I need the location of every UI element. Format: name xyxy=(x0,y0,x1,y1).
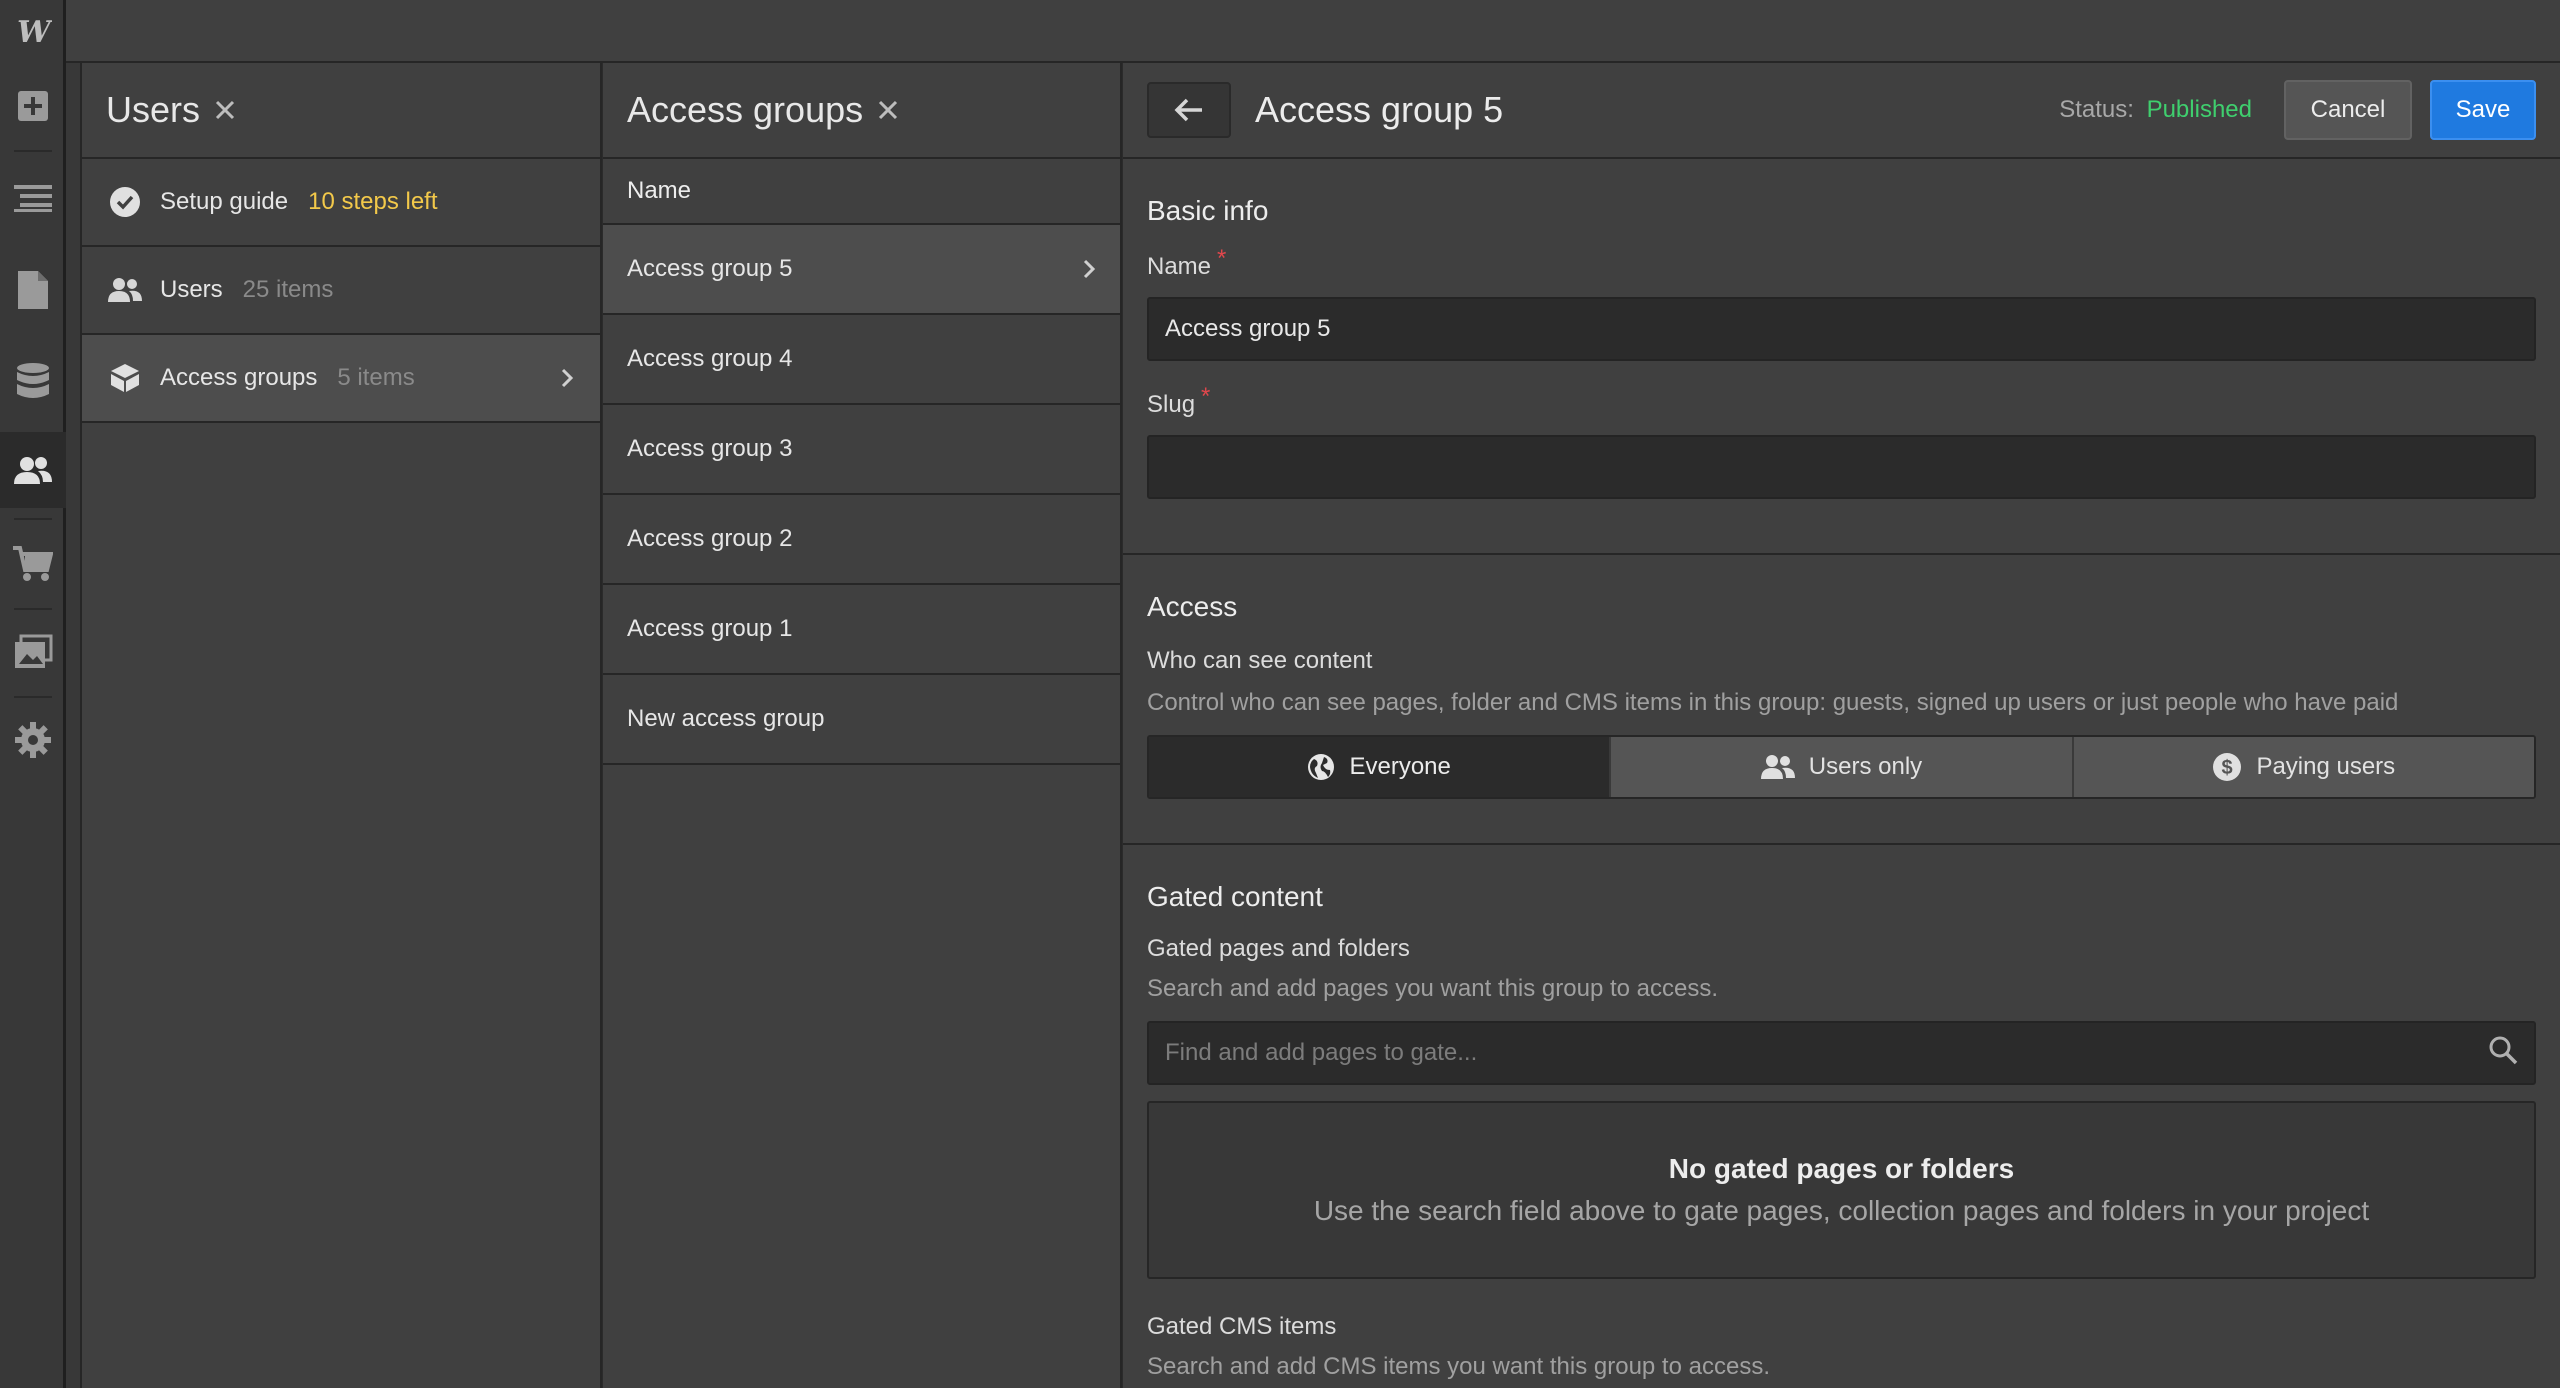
option-label: Everyone xyxy=(1349,753,1451,780)
list-item[interactable]: Access group 4 xyxy=(603,315,1120,405)
list-item-label: New access group xyxy=(627,705,825,732)
close-icon[interactable] xyxy=(214,99,236,121)
top-bar xyxy=(66,0,2560,63)
sidebar-item-users[interactable]: Users 25 items xyxy=(82,247,600,335)
save-button[interactable]: Save xyxy=(2430,80,2536,140)
panel-gutter xyxy=(66,63,82,1388)
sidebar-item-label: Users xyxy=(160,276,223,303)
close-icon[interactable] xyxy=(877,99,899,121)
option-everyone[interactable]: Everyone xyxy=(1149,737,1610,797)
arrow-left-icon xyxy=(1174,98,1202,122)
sidebar-item-label: Access groups xyxy=(160,364,318,391)
empty-state-text: Use the search field above to gate pages… xyxy=(1313,1195,2370,1226)
icon-rail: W xyxy=(0,0,66,1388)
section-heading: Access xyxy=(1147,591,1238,622)
access-groups-panel: Access groups Name Access group 5 Access… xyxy=(603,63,1122,1388)
name-field[interactable]: Access group 5 xyxy=(1147,297,2536,361)
list-item[interactable]: Access group 3 xyxy=(603,405,1120,495)
new-access-group-item[interactable]: New access group xyxy=(603,675,1120,765)
access-section: Access Who can see content Control who c… xyxy=(1123,555,2560,845)
svg-text:W: W xyxy=(17,16,52,46)
access-segmented-control: Everyone Users only $ Paying users xyxy=(1147,735,2536,799)
add-icon[interactable] xyxy=(0,68,66,144)
sidebar-item-setup-guide[interactable]: Setup guide 10 steps left xyxy=(82,159,600,247)
chevron-right-icon xyxy=(1082,258,1096,280)
search-placeholder: Find and add pages to gate... xyxy=(1165,1039,1478,1066)
box-icon xyxy=(108,361,142,395)
status-label-text: Status: xyxy=(2059,96,2134,123)
users-panel-title: Users xyxy=(106,89,201,130)
access-groups-panel-header: Access groups xyxy=(603,63,1120,159)
gated-content-section: Gated content Gated pages and folders Se… xyxy=(1123,845,2560,1381)
option-label: Users only xyxy=(1808,753,1923,780)
list-item[interactable]: Access group 1 xyxy=(603,585,1120,675)
users-panel: Users Setup guide 10 steps left Users 25… xyxy=(82,63,602,1388)
sidebar-item-label: Setup guide xyxy=(160,188,289,215)
steps-left-badge: 10 steps left xyxy=(308,188,438,215)
navigator-icon[interactable] xyxy=(0,160,66,236)
list-item-label: Access group 4 xyxy=(627,345,793,372)
list-item-label: Access group 2 xyxy=(627,525,793,552)
gate-pages-search-input[interactable]: Find and add pages to gate... xyxy=(1147,1021,2536,1085)
cancel-button[interactable]: Cancel xyxy=(2284,80,2412,140)
name-field-value: Access group 5 xyxy=(1165,315,1331,342)
page-title: Access group 5 xyxy=(1255,89,1504,130)
check-circle-icon xyxy=(108,185,142,219)
section-heading: Gated content xyxy=(1147,881,1323,912)
item-count: 5 items xyxy=(337,364,415,391)
gated-pages-label: Gated pages and folders xyxy=(1147,935,1410,962)
webflow-logo[interactable]: W xyxy=(0,0,66,62)
gated-cms-label: Gated CMS items xyxy=(1147,1313,1337,1340)
option-paying-users[interactable]: $ Paying users xyxy=(2071,737,2534,797)
required-marker: * xyxy=(1201,383,1211,410)
list-item-label: Access group 3 xyxy=(627,435,793,462)
list-item-label: Access group 5 xyxy=(627,255,793,282)
list-item[interactable]: Access group 2 xyxy=(603,495,1120,585)
name-label: Name xyxy=(1147,253,1212,280)
chevron-right-icon xyxy=(560,367,574,389)
empty-state-title: No gated pages or folders xyxy=(1668,1153,2015,1184)
pages-icon[interactable] xyxy=(0,252,66,328)
required-marker: * xyxy=(1217,245,1227,272)
item-count: 25 items xyxy=(242,276,334,303)
column-header-name[interactable]: Name xyxy=(603,159,1120,225)
access-group-detail-panel: Access group 5 Status: Published Cancel … xyxy=(1123,63,2560,1388)
option-label: Paying users xyxy=(2256,753,2396,780)
section-heading: Basic info xyxy=(1147,195,1269,226)
users-panel-header: Users xyxy=(82,63,600,159)
empty-state: No gated pages or folders Use the search… xyxy=(1147,1101,2536,1279)
assets-icon[interactable] xyxy=(0,614,66,690)
slug-field[interactable] xyxy=(1147,435,2536,499)
slug-label: Slug xyxy=(1147,391,1196,418)
list-item[interactable]: Access group 5 xyxy=(603,225,1120,315)
detail-header: Access group 5 Status: Published Cancel … xyxy=(1123,63,2560,159)
users-icon xyxy=(108,273,142,307)
access-groups-panel-title: Access groups xyxy=(627,89,864,130)
list-item-label: Access group 1 xyxy=(627,615,793,642)
search-icon[interactable] xyxy=(2488,1035,2518,1072)
dollar-icon: $ xyxy=(2213,753,2242,781)
cms-icon[interactable] xyxy=(0,344,66,420)
svg-text:$: $ xyxy=(2222,757,2233,779)
users-icon[interactable] xyxy=(0,432,66,508)
status-badge: Published xyxy=(2146,96,2252,123)
basic-info-section: Basic info Name * Access group 5 Slug * xyxy=(1123,159,2560,555)
back-button[interactable] xyxy=(1147,82,1231,138)
users-icon xyxy=(1760,755,1795,779)
who-can-see-label: Who can see content xyxy=(1147,647,1373,674)
access-help-text: Control who can see pages, folder and CM… xyxy=(1147,689,2399,716)
globe-icon xyxy=(1308,754,1335,780)
sidebar-item-access-groups[interactable]: Access groups 5 items xyxy=(82,335,600,423)
gated-pages-help: Search and add pages you want this group… xyxy=(1147,975,1719,1002)
option-users-only[interactable]: Users only xyxy=(1609,737,2072,797)
settings-icon[interactable] xyxy=(0,702,66,778)
gated-cms-help: Search and add CMS items you want this g… xyxy=(1147,1353,1770,1380)
ecommerce-icon[interactable] xyxy=(0,526,66,602)
status-label: Status: Published xyxy=(2059,96,2252,124)
